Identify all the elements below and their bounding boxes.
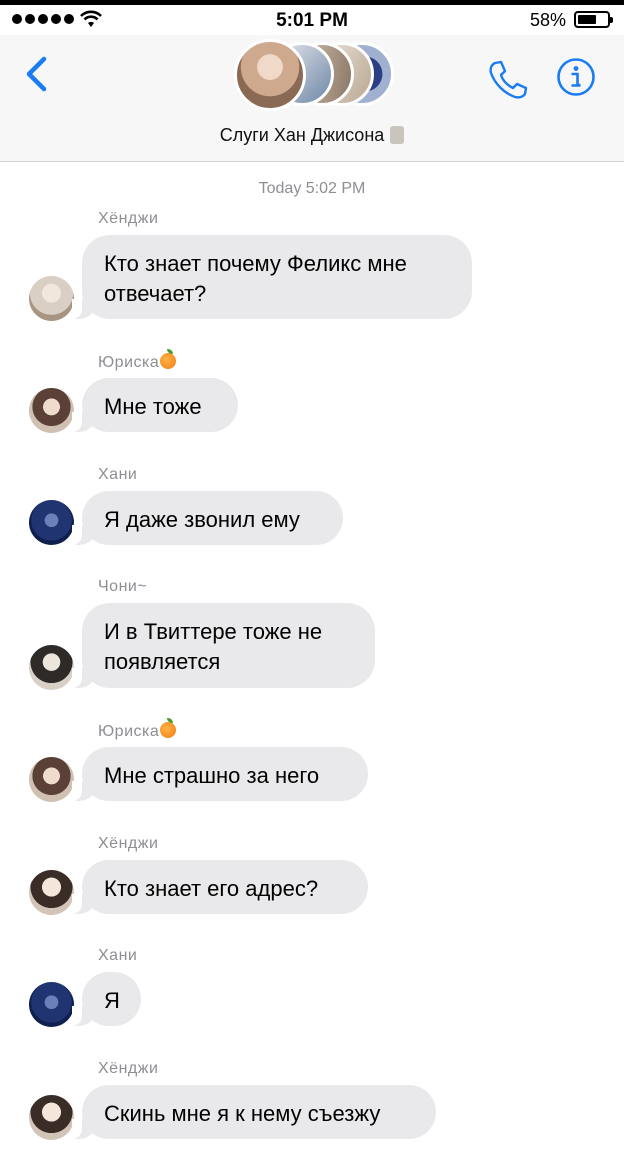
group-title[interactable]: Слуги Хан Джисона (0, 125, 624, 146)
sender-name: Чони~ (98, 578, 148, 595)
message-bubble[interactable]: Я (72, 972, 141, 1026)
orange-emoji-icon (160, 349, 177, 369)
message-bubble[interactable]: Мне страшно за него (72, 747, 368, 801)
conversation-timestamp: Today 5:02 PM (258, 180, 366, 197)
avatar[interactable] (29, 500, 74, 545)
orange-emoji-icon (160, 718, 177, 738)
group-title-text: Слуги Хан Джисона (219, 125, 385, 145)
avatar[interactable] (29, 276, 74, 321)
message-bubble[interactable]: И в Твиттере тоже не появляется (72, 603, 375, 688)
sender-name: Хани (98, 947, 138, 964)
message-bubble[interactable]: Кто знает его адрес? (72, 860, 368, 914)
battery-icon (574, 11, 613, 28)
phone-icon[interactable] (486, 57, 530, 101)
sender-name: Юриска (98, 718, 177, 741)
main-group-avatar (234, 39, 306, 111)
sender-name: Хёнджи (98, 210, 159, 227)
sender-name: Хёнджи (98, 1060, 159, 1077)
sender-name: Хани (98, 466, 138, 483)
message-bubble[interactable]: Скинь мне я к нему съезжу (72, 1085, 436, 1139)
message-bubble[interactable]: Кто знает почему Феликс мне отвечает? (72, 235, 472, 319)
group-avatars[interactable] (234, 39, 394, 111)
battery-percentage: 58% (529, 10, 566, 30)
avatar[interactable] (29, 757, 74, 802)
avatar[interactable] (29, 388, 74, 433)
back-chevron-icon[interactable] (22, 55, 52, 95)
message-bubble[interactable]: Мне тоже (72, 378, 238, 432)
sender-name: Юриска (98, 349, 177, 372)
info-icon[interactable] (556, 57, 596, 97)
avatar[interactable] (29, 870, 74, 915)
avatar[interactable] (29, 645, 74, 690)
avatar[interactable] (29, 982, 74, 1027)
sticker-icon (390, 126, 405, 144)
sender-name: Хёнджи (98, 835, 159, 852)
message-bubble[interactable]: Я даже звонил ему (72, 491, 343, 545)
status-bar: 5:01 PM 58% (0, 5, 624, 35)
chat-header: Слуги Хан Джисона (0, 35, 624, 162)
avatar[interactable] (29, 1095, 74, 1140)
